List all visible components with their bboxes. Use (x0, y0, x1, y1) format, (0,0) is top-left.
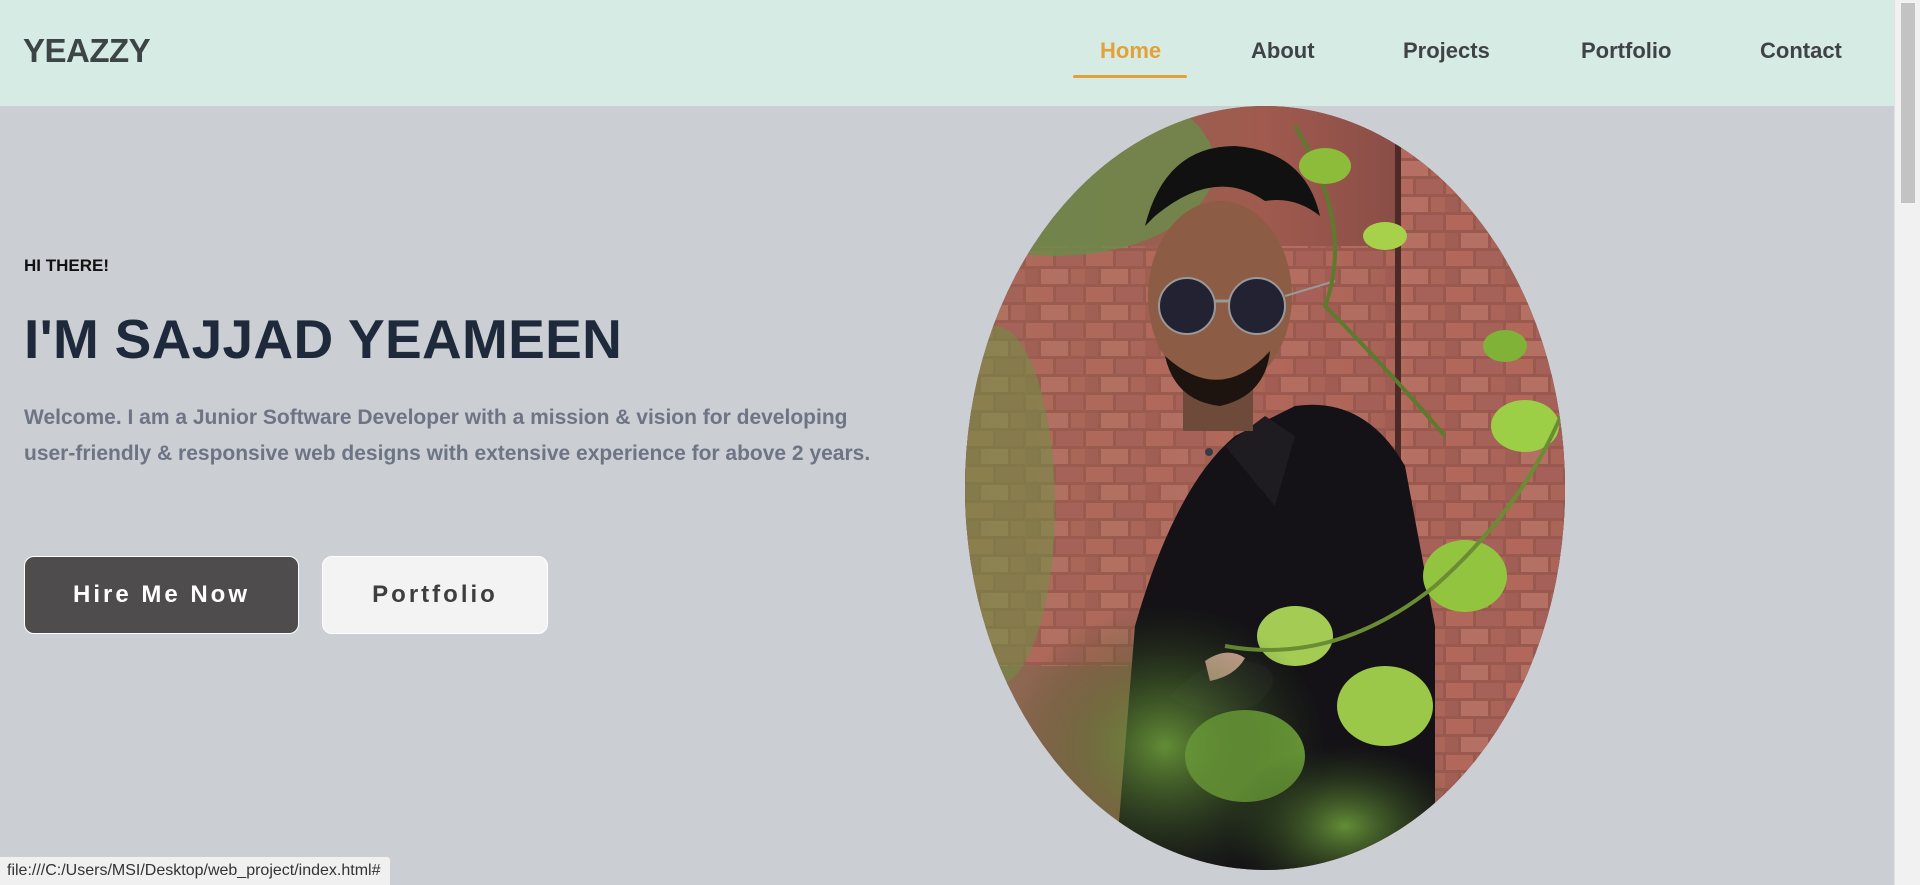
nav-projects-link[interactable]: Projects (1403, 38, 1490, 64)
nav-about-link[interactable]: About (1251, 38, 1315, 64)
navbar: YEAZZY Home About Projects Portfolio Con… (0, 0, 1894, 106)
profile-photo-illustration (965, 106, 1565, 870)
hero-intro: Welcome. I am a Junior Software Develope… (24, 406, 871, 465)
hero-headline: I'M SAJJAD YEAMEEN (24, 308, 623, 370)
nav-home-link[interactable]: Home (1100, 38, 1161, 64)
page-scrollbar[interactable] (1894, 0, 1920, 885)
hero-greeting: HI THERE! (24, 256, 109, 275)
browser-status-bar: file:///C:/Users/MSI/Desktop/web_project… (0, 856, 392, 885)
nav-portfolio-link[interactable]: Portfolio (1581, 38, 1671, 64)
nav-active-underline (1073, 75, 1187, 78)
site-logo[interactable]: YEAZZY (23, 32, 151, 70)
nav-contact-link[interactable]: Contact (1760, 38, 1842, 64)
profile-photo (965, 106, 1565, 870)
portfolio-button[interactable]: Portfolio (322, 556, 548, 634)
scrollbar-thumb[interactable] (1901, 3, 1915, 203)
hire-me-button[interactable]: Hire Me Now (24, 556, 299, 634)
